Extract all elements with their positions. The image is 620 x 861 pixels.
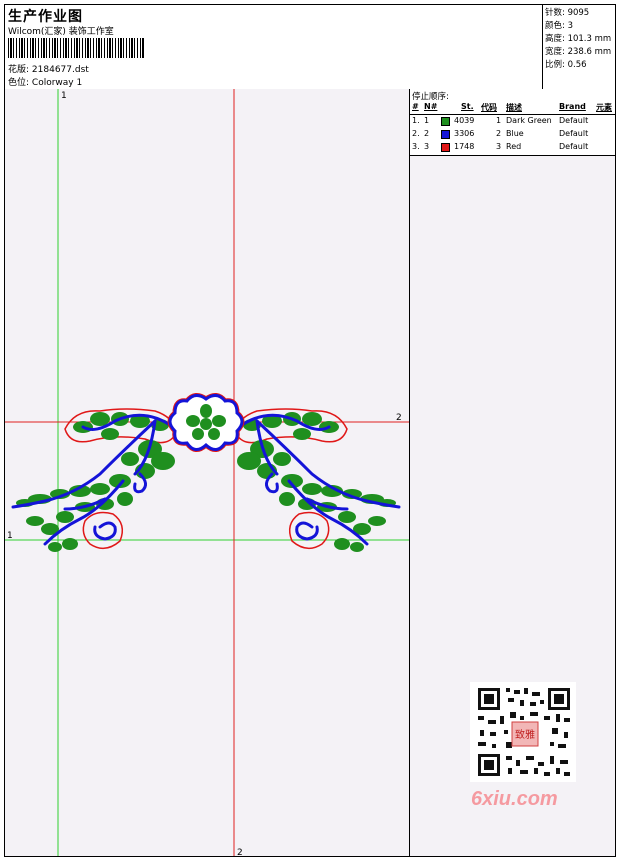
stat-stitches: 针数: 9095: [545, 6, 589, 18]
row-description: Blue: [506, 129, 524, 138]
guide-label-green-left: 1: [7, 531, 13, 541]
stats-box: 针数: 9095 颜色: 3 高度: 101.3 mm 宽度: 238.6 mm…: [542, 5, 616, 89]
motif-left-half: [11, 408, 178, 552]
col-description: 描述: [506, 103, 522, 112]
stat-label: 宽度:: [545, 47, 565, 57]
row-index: 2.: [412, 129, 420, 138]
row-stitches: 1748: [454, 142, 475, 151]
site-watermark: 6xiu.com: [471, 788, 558, 810]
stat-label: 针数:: [545, 8, 565, 18]
row-description: Red: [506, 142, 522, 151]
table-row: 3. 3 1748 3 Red Default: [410, 142, 615, 154]
row-brand: Default: [559, 142, 589, 151]
center-flower: [167, 393, 245, 452]
stat-label: 高度:: [545, 34, 565, 44]
row-needle: 3: [424, 142, 430, 151]
design-file-value: 2184677.dst: [31, 65, 89, 75]
table-row: 2. 2 3306 2 Blue Default: [410, 129, 615, 141]
sheet-header: 生产作业图 Wilcom(汇家) 装饰工作室 花版: 2184677.dst 色…: [5, 5, 615, 90]
row-index: 1.: [412, 116, 420, 125]
colorway-label: 色位:: [8, 78, 30, 88]
motif-right-half: [233, 407, 401, 554]
stat-height: 高度: 101.3 mm: [545, 32, 611, 44]
color-swatch: [441, 117, 450, 126]
stat-label: 比例:: [545, 60, 565, 70]
row-code: 2: [496, 129, 502, 138]
stat-width: 宽度: 238.6 mm: [545, 45, 611, 57]
embroidery-preview: 1 1 2 2: [5, 89, 409, 856]
row-needle: 1: [424, 116, 430, 125]
row-code: 3: [496, 142, 502, 151]
design-canvas[interactable]: 1 1 2 2: [5, 89, 410, 856]
row-description: Dark Green: [506, 116, 552, 125]
stat-label: 颜色:: [545, 21, 565, 31]
table-row: 1. 1 4039 1 Dark Green Default: [410, 116, 615, 128]
guide-label-red-bottom: 2: [237, 848, 243, 856]
col-needle: N#: [424, 102, 438, 111]
colorway-value: Colorway 1: [31, 78, 83, 88]
stat-scale: 比例: 0.56: [545, 58, 587, 70]
row-stitches: 3306: [454, 129, 475, 138]
colorway-line: 色位: Colorway 1: [8, 75, 82, 88]
studio-name: Wilcom(汇家) 装饰工作室: [8, 27, 114, 37]
sheet-title: 生产作业图: [8, 9, 83, 25]
stop-sequence-header: # N# St. 代码 描述 Brand 元素: [410, 102, 615, 115]
col-code: 代码: [481, 103, 497, 112]
col-stitches: St.: [461, 102, 474, 111]
row-needle: 2: [424, 129, 430, 138]
design-file-label: 花版:: [8, 65, 30, 75]
stat-value: 0.56: [567, 60, 587, 70]
col-element: 元素: [596, 103, 612, 112]
color-swatch: [441, 143, 450, 152]
stat-value: 238.6 mm: [567, 47, 612, 57]
col-brand: Brand: [559, 102, 586, 111]
stat-colors: 颜色: 3: [545, 19, 573, 31]
stat-value: 101.3 mm: [567, 34, 612, 44]
qr-code-graphic: 致雅: [470, 682, 576, 782]
qr-code: 致雅: [470, 682, 576, 782]
stat-value: 9095: [567, 8, 590, 18]
stat-value: 3: [567, 21, 573, 31]
stop-sequence-title: 停止顺序:: [412, 92, 449, 102]
embroidery-motif: [11, 393, 401, 554]
row-index: 3.: [412, 142, 420, 151]
col-index: #: [412, 102, 419, 111]
barcode: [8, 38, 144, 58]
design-file-line: 花版: 2184677.dst: [8, 62, 89, 75]
row-brand: Default: [559, 129, 589, 138]
stop-sequence-box: 停止顺序: # N# St. 代码 描述 Brand 元素 1. 1 4039 …: [410, 89, 615, 156]
row-stitches: 4039: [454, 116, 475, 125]
seal-text: 致雅: [515, 728, 535, 741]
row-code: 1: [496, 116, 502, 125]
color-swatch: [441, 130, 450, 139]
row-brand: Default: [559, 116, 589, 125]
guide-label-red-right: 2: [396, 413, 402, 423]
guide-label-green-top: 1: [61, 91, 67, 101]
